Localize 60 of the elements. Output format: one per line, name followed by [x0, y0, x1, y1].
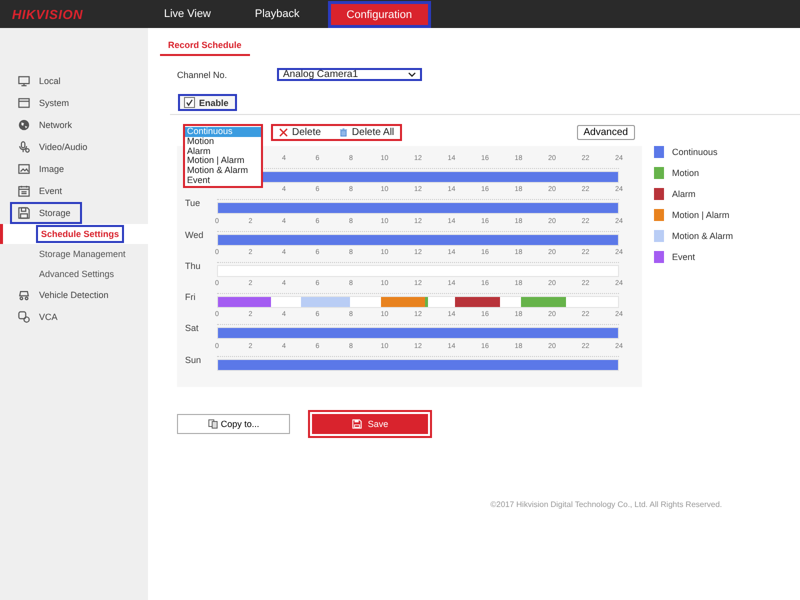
calendar-icon [18, 185, 30, 197]
sidebar-item[interactable]: Network [10, 114, 138, 136]
delete-button[interactable]: Delete [277, 126, 323, 138]
schedule-segment[interactable] [218, 297, 272, 308]
image-icon [18, 163, 30, 175]
car-icon [18, 289, 30, 301]
legend-label: Continuous [672, 147, 718, 157]
sidebar-item[interactable]: System [10, 92, 138, 114]
legend-label: Motion & Alarm [672, 231, 734, 241]
tab[interactable]: Record Schedule [160, 38, 250, 56]
sidebar-item[interactable]: VCA [10, 306, 138, 328]
copy-to-button[interactable]: Copy to... [177, 414, 290, 434]
sidebar-subitem[interactable]: Storage Management [36, 247, 129, 261]
channel-label: Channel No. [177, 70, 228, 80]
monitor-icon [18, 75, 30, 87]
list-option[interactable]: Alarm [185, 146, 261, 156]
enable-checkbox[interactable]: Enable [178, 94, 237, 111]
window-icon [18, 97, 30, 109]
list-option[interactable]: Motion [185, 136, 261, 147]
sidebar-item[interactable]: Vehicle Detection [10, 284, 138, 306]
list-option[interactable]: Event [185, 176, 261, 186]
copy-icon [208, 419, 218, 430]
microphone-icon [18, 141, 30, 153]
trash-icon [338, 128, 348, 136]
legend-label: Alarm [672, 189, 696, 199]
channel-select[interactable]: Analog Camera1 [277, 68, 422, 81]
caret-icon [408, 72, 416, 77]
nav-tab[interactable]: Playback [238, 0, 316, 28]
sidebar-item[interactable]: Video/Audio [10, 136, 138, 158]
legend-label: Motion | Alarm [672, 210, 730, 220]
sidebar-subitem[interactable]: Advanced Settings [36, 267, 118, 281]
schedule-segment[interactable] [381, 297, 425, 308]
schedule-segment[interactable] [454, 297, 500, 308]
floppy-icon [352, 419, 362, 430]
close-icon [279, 128, 288, 136]
list-option[interactable]: Motion & Alarm [185, 166, 261, 176]
sidebar-subitem[interactable]: Schedule Settings [36, 225, 124, 243]
sidebar-item[interactable]: Storage [10, 202, 82, 224]
day-label: Tue [185, 197, 202, 210]
record-type-dropdown-menu[interactable]: Continuous Motion Alarm Motion | Alarm Motion & Alarm Event [183, 124, 263, 188]
globe-icon [18, 119, 30, 131]
list-option[interactable]: Motion | Alarm [185, 156, 261, 166]
advanced-button[interactable]: Advanced [576, 124, 635, 140]
sidebar-item[interactable]: Event [10, 180, 138, 202]
delete-all-button[interactable]: Delete All [336, 126, 396, 138]
timeline-track[interactable] [217, 296, 619, 308]
legend-label: Event [672, 252, 696, 262]
save-button[interactable]: Save [312, 414, 428, 434]
checkmark-icon [185, 98, 194, 107]
schedule-segment[interactable] [521, 297, 566, 308]
floppy-icon [18, 207, 30, 219]
schedule-segment[interactable] [424, 297, 428, 308]
sidebar-item[interactable]: Image [10, 158, 138, 180]
copyright-text: ©2017 Hikvision Digital Technology Co., Ltd. All Rights Reserved. [490, 500, 722, 509]
nav-tab[interactable]: Configuration [328, 1, 431, 28]
nav-tab[interactable]: Live View [148, 0, 227, 28]
timeline-track[interactable] [217, 264, 619, 277]
sidebar-item[interactable]: Local [10, 70, 138, 92]
logo: HIKVISION [11, 6, 84, 22]
legend-label: Motion [672, 168, 700, 178]
